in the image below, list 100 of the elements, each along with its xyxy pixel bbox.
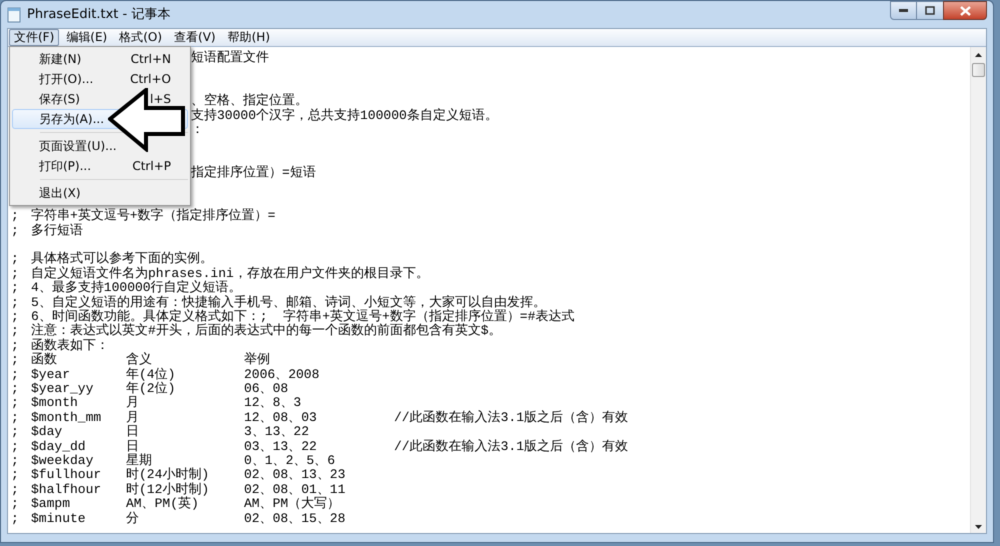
line-prefix: ;	[11, 425, 20, 440]
text-line: 6、时间函数功能。具体定义格式如下：; 字符串+英文逗号+数字（指定排序位置）=#表达式	[31, 310, 574, 324]
table-cell: $halfhour	[31, 482, 102, 497]
table-cell: AM、PM（大写）	[244, 496, 340, 512]
table-cell: $month	[31, 395, 78, 410]
table-cell: 03、13、22	[244, 438, 317, 454]
line-prefix: ;	[11, 396, 20, 411]
table-cell: //此函数在输入法3.1版之后（含）有效	[394, 410, 628, 425]
menu-item[interactable]: 打印(P)... Ctrl+P	[12, 156, 188, 176]
menu-item-label: 另存为(A)...	[39, 111, 104, 128]
minimize-icon	[899, 9, 908, 12]
menu-bar-item[interactable]: 格式(O)	[114, 29, 168, 46]
line-prefix: ;	[11, 338, 20, 354]
line-prefix: ;	[11, 497, 20, 512]
table-cell: 3、13、22	[244, 424, 310, 440]
table-cell: 星期	[126, 452, 152, 468]
line-prefix: ;	[11, 281, 20, 296]
table-cell: $fullhour	[31, 467, 102, 482]
text-line: 、空格、指定位置。	[191, 94, 308, 108]
vertical-scrollbar[interactable]	[970, 47, 986, 533]
table-cell: 时(12小时制)	[126, 482, 210, 497]
line-prefix: ;	[11, 382, 20, 396]
table-cell: 日	[126, 438, 139, 454]
window-title: PhraseEdit.txt - 记事本	[27, 6, 170, 24]
text-line: 4、最多支持100000行自定义短语。	[31, 281, 242, 296]
table-cell: 举例	[244, 352, 270, 368]
close-icon	[960, 6, 970, 16]
table-cell: $day	[31, 424, 62, 440]
line-prefix: ;	[11, 224, 20, 238]
scroll-thumb[interactable]	[972, 63, 985, 77]
table-cell: 年(2位)	[126, 380, 176, 396]
menu-item-label: 新建(N)	[39, 51, 82, 68]
table-cell: 月	[126, 410, 139, 425]
table-cell: 2006、2008	[244, 366, 320, 382]
scroll-down-icon	[975, 525, 982, 529]
menu-item-label: 退出(X)	[39, 185, 81, 202]
menu-item-label: 打开(O)...	[39, 71, 94, 88]
text-line: 具体格式可以参考下面的实例。	[31, 252, 213, 266]
table-cell: $month_mm	[31, 410, 102, 425]
text-line: 支持30000个汉字，总共支持100000条自定义短语。	[191, 108, 498, 123]
table-cell: 02、08、01、11	[244, 482, 346, 497]
menu-item[interactable]: 新建(N) Ctrl+N	[12, 49, 188, 69]
line-prefix: ;	[11, 310, 20, 324]
line-prefix: ;	[11, 468, 20, 483]
table-cell: 年(4位)	[126, 366, 176, 382]
table-cell: $weekday	[31, 452, 94, 468]
restore-icon	[925, 6, 935, 15]
text-line: 短语配置文件	[191, 51, 269, 66]
table-cell: $minute	[31, 510, 86, 526]
text-line: 函数表如下：	[31, 338, 109, 353]
menu-bar-item[interactable]: 帮助(H)	[222, 29, 275, 46]
table-cell: 分	[126, 510, 139, 526]
text-line: 5、自定义短语的用途有：快捷输入手机号、邮箱、诗词、小短文等，大家可以自由发挥。	[31, 296, 546, 310]
table-cell: 12、8、3	[244, 395, 302, 410]
line-prefix: ;	[11, 252, 20, 267]
table-cell: 含义	[126, 352, 152, 368]
table-cell: 月	[126, 395, 139, 410]
shortcut-label: l+S	[150, 91, 171, 108]
minimize-button[interactable]	[890, 1, 917, 20]
menu-item[interactable]: 页面设置(U)...	[12, 136, 188, 156]
table-cell: 时(24小时制)	[126, 467, 210, 482]
shortcut-label: Ctrl+P	[132, 158, 171, 175]
table-cell: 日	[126, 424, 139, 440]
line-prefix: ;	[11, 209, 20, 224]
line-prefix: ;	[11, 482, 20, 498]
line-prefix: ;	[11, 368, 20, 382]
text-line: 指定排序位置）=短语	[191, 166, 316, 181]
maximize-button[interactable]	[917, 1, 943, 20]
menu-item-label: 打印(P)...	[39, 158, 92, 175]
table-cell: 0、1、2、5、6	[244, 452, 336, 468]
menu-bar-item[interactable]: 查看(V)	[169, 29, 221, 46]
line-prefix: ;	[11, 296, 20, 310]
menu-item[interactable]: 打开(O)... Ctrl+O	[12, 69, 188, 89]
line-prefix: ;	[11, 512, 20, 526]
table-cell: 02、08、13、23	[244, 467, 346, 482]
notepad-icon	[7, 6, 21, 22]
shortcut-label: Ctrl+N	[130, 51, 171, 68]
text-line: 字符串+英文逗号+数字（指定排序位置）=	[31, 209, 276, 224]
line-prefix: ;	[11, 440, 20, 454]
table-cell: $ampm	[31, 496, 70, 512]
text-line: 多行短语	[31, 224, 83, 238]
menu-item[interactable]: 退出(X)	[12, 183, 188, 203]
menu-bar-item[interactable]: 文件(F)	[9, 29, 60, 46]
menu-bar-item[interactable]: 编辑(E)	[61, 29, 112, 46]
table-cell: 02、08、15、28	[244, 510, 346, 526]
text-line: ：	[191, 122, 204, 138]
line-prefix: ;	[11, 410, 20, 426]
menu-item[interactable]: 保存(S) l+S	[12, 89, 188, 109]
scroll-up-icon	[975, 53, 982, 57]
text-line: 注意：表达式以英文#开头，后面的表达式中的每一个函数的前面都包含有英文$。	[31, 324, 502, 338]
text-line: 自定义短语文件名为phrases.ini，存放在用户文件夹的根目录下。	[31, 266, 429, 281]
table-cell: //此函数在输入法3.1版之后（含）有效	[394, 438, 628, 454]
table-cell: AM、PM(英)	[126, 496, 199, 512]
line-prefix: ;	[11, 454, 20, 468]
line-prefix: ;	[11, 324, 20, 339]
shortcut-label: Ctrl+O	[130, 71, 171, 88]
close-button[interactable]	[943, 1, 987, 20]
table-cell: $year_yy	[31, 380, 94, 396]
line-prefix: ;	[11, 353, 20, 368]
table-cell: $year	[31, 366, 70, 382]
